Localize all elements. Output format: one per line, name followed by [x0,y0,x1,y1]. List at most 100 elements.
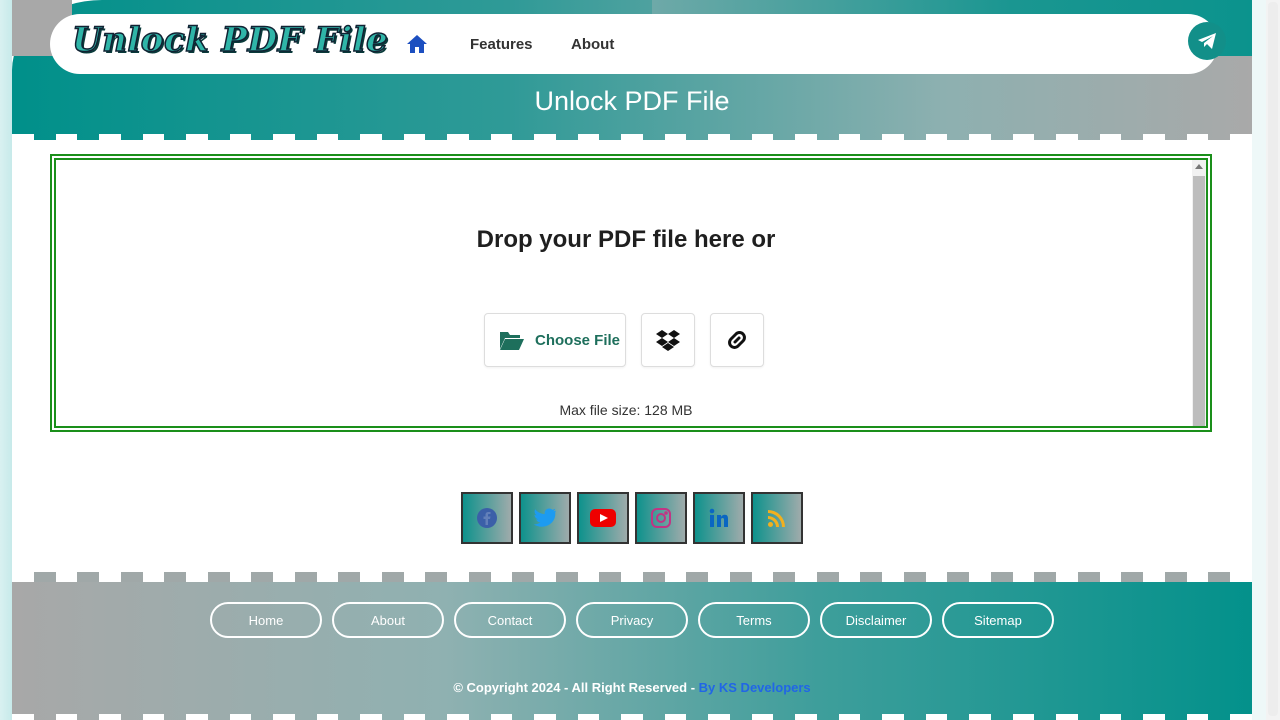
notch-segment [882,714,904,720]
notch-segment [469,714,491,720]
notch-segment [77,134,99,146]
notch-segment [1208,134,1230,146]
notch-segment [534,714,556,720]
twitter-icon [533,508,556,527]
footer-link-contact[interactable]: Contact [454,602,566,638]
notch-segment [382,714,404,720]
choose-file-button[interactable]: Choose File [484,313,626,367]
instagram-button[interactable] [635,492,687,544]
notch-segment [621,134,643,146]
youtube-button[interactable] [577,492,629,544]
notch-segment [425,134,447,146]
url-link-button[interactable] [710,313,764,367]
notch-segment [1121,714,1143,720]
notch-segment [730,134,752,146]
site-logo[interactable]: Unlock PDF File [71,19,388,61]
notch-segment [34,714,56,720]
notch-segment [795,714,817,720]
notch-segment [991,714,1013,720]
notch-segment [512,134,534,146]
notch-segment [273,134,295,146]
rss-icon [768,510,785,527]
footer-link-sitemap[interactable]: Sitemap [942,602,1054,638]
copyright: © Copyright 2024 - All Right Reserved - … [12,680,1252,695]
notch-segment [490,134,513,146]
notch-segment [751,134,774,146]
notch-segment [925,134,948,146]
notch-segment [838,134,861,146]
notch-segment [447,714,469,720]
notch-segment [164,714,186,720]
notch-segment [947,134,969,146]
page: Unlock PDF File Features About Unlock PD… [12,0,1252,720]
footer-link-terms[interactable]: Terms [698,602,810,638]
twitter-button[interactable] [519,492,571,544]
developer-link[interactable]: By KS Developers [699,680,811,695]
notch-segment [1143,714,1165,720]
notch-segment [969,714,991,720]
footer-link-disclaimer[interactable]: Disclaimer [820,602,932,638]
notch-segment [1099,134,1122,146]
notch-segment [599,134,621,146]
telegram-button[interactable] [1188,22,1226,60]
notch-segment [77,714,99,720]
instagram-icon [651,508,671,528]
page-scroll-thumb[interactable] [1268,2,1278,716]
page-title: Unlock PDF File [534,86,730,116]
notch-segment [295,134,317,146]
rss-button[interactable] [751,492,803,544]
notch-segment [838,714,861,720]
notch-segment [1034,134,1056,146]
notch-segment [1056,714,1078,720]
nav-features[interactable]: Features [470,36,533,53]
notch-segment [360,134,382,146]
footer-link-home[interactable]: Home [210,602,322,638]
notch-segment [1186,714,1209,720]
notch-segment [795,134,817,146]
dropbox-button[interactable] [641,313,695,367]
notch-segment [208,134,230,146]
navbar: Unlock PDF File Features About [50,14,1226,74]
scroll-up-icon[interactable] [1195,164,1203,169]
notch-segment [1012,714,1035,720]
left-edge [0,0,12,720]
page-scrollbar[interactable] [1266,0,1280,720]
notch-segment [817,714,839,720]
youtube-icon [590,509,616,527]
social-links [461,492,803,544]
notch-segment [1099,714,1122,720]
notch-segment [860,714,882,720]
facebook-button[interactable] [461,492,513,544]
max-file-size: Max file size: 128 MB [559,402,693,418]
panel-scrollbar[interactable] [1192,160,1206,426]
notch-segment [991,134,1013,146]
footer-link-privacy[interactable]: Privacy [576,602,688,638]
footer-link-about[interactable]: About [332,602,444,638]
notch-segment [860,134,882,146]
notch-segment [338,714,360,720]
scroll-thumb[interactable] [1193,176,1205,426]
upload-dropzone[interactable]: Drop your PDF file here or Choose File M… [54,158,1208,428]
notch-segment [1034,714,1056,720]
nav-about[interactable]: About [571,36,614,53]
notch-segment [99,714,121,720]
linkedin-button[interactable] [693,492,745,544]
notch-segment [490,714,513,720]
home-icon[interactable] [406,34,428,54]
notch-segment [664,134,687,146]
notch-segment [1230,714,1252,720]
notch-segment [534,134,556,146]
notch-segment [708,134,730,146]
notch-segment [12,134,34,146]
notch-segment [599,714,621,720]
notch-segment [1186,134,1209,146]
notch-segment [1012,134,1035,146]
footer: Home About Contact Privacy Terms Disclai… [12,582,1252,720]
notch-segment [1165,134,1187,146]
notch-segment [251,714,273,720]
notch-segment [403,134,426,146]
notch-segment [577,134,600,146]
notch-segment [121,134,143,146]
notch-segment [360,714,382,720]
choose-file-label: Choose File [535,331,621,349]
